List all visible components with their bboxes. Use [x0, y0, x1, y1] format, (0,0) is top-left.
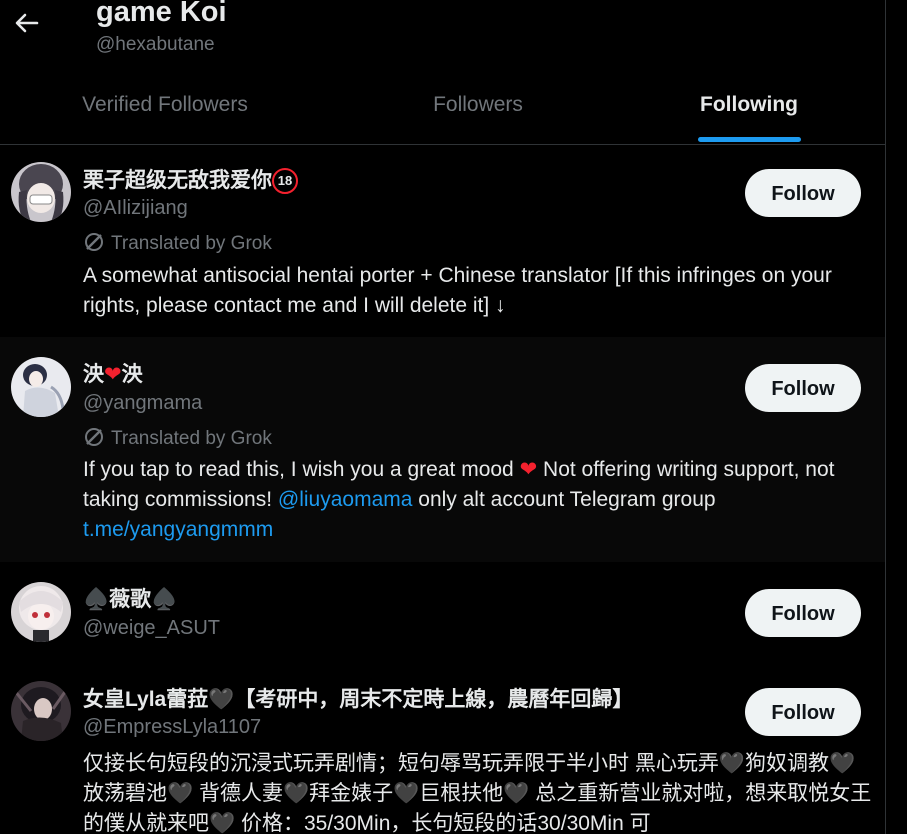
telegram-link[interactable]: t.me/yangyangmmm — [83, 518, 273, 541]
back-arrow-icon[interactable] — [12, 8, 42, 38]
tab-verified-followers[interactable]: Verified Followers — [0, 86, 330, 144]
grok-icon — [83, 231, 105, 259]
username[interactable]: @weige_ASUT — [83, 617, 220, 640]
display-name[interactable]: 女皇Lyla蕾菈🖤【考研中，周末不定時上線，農曆年回歸】 — [83, 683, 633, 713]
avatar[interactable] — [11, 582, 71, 642]
avatar[interactable] — [11, 162, 71, 222]
tab-followers[interactable]: Followers — [330, 86, 626, 144]
heart-icon: ❤ — [104, 363, 122, 386]
translated-by-grok[interactable]: Translated by Grok — [83, 231, 272, 259]
tab-following[interactable]: Following — [626, 86, 872, 144]
bio: 仅接长句短段的沉浸式玩弄剧情；短句辱骂玩弄限于半小时 黑心玩弄🖤狗奴调教🖤放荡碧… — [83, 752, 872, 834]
profile-handle: @hexabutane — [96, 34, 215, 55]
following-column: game Koi @hexabutane Verified Followers … — [0, 0, 886, 834]
list-item[interactable]: 栗子超级无敌我爱你 18 @AIlizijiang Translated by G… — [0, 145, 885, 337]
follow-button[interactable]: Follow — [745, 688, 861, 736]
page-title: game Koi — [96, 0, 227, 28]
bio: A somewhat antisocial hentai porter + Ch… — [83, 264, 832, 317]
avatar[interactable] — [11, 681, 71, 741]
list-item[interactable]: 女皇Lyla蕾菈🖤【考研中，周末不定時上線，農曆年回歸】 @EmpressLyl… — [0, 666, 885, 834]
right-gutter — [886, 0, 907, 834]
follow-button[interactable]: Follow — [745, 169, 861, 217]
active-tab-indicator — [698, 137, 801, 142]
display-name[interactable]: 栗子超级无敌我爱你 18 — [83, 164, 298, 194]
translated-by-grok[interactable]: Translated by Grok — [83, 426, 272, 454]
username[interactable]: @yangmama — [83, 392, 202, 415]
profile-header: game Koi @hexabutane — [0, 0, 885, 86]
heart-icon: ❤ — [519, 458, 538, 481]
avatar[interactable] — [11, 357, 71, 417]
grok-icon — [83, 426, 105, 454]
username[interactable]: @EmpressLyla1107 — [83, 716, 261, 739]
age-18-badge-icon: 18 — [272, 168, 298, 194]
list-item[interactable]: ♠️薇歌♠️ @weige_ASUT Follow — [0, 562, 885, 666]
list-item[interactable]: 泱❤泱 @yangmama Translated by Grok If you … — [0, 337, 885, 562]
follow-button[interactable]: Follow — [745, 589, 861, 637]
mention-link[interactable]: @liuyaomama — [278, 488, 413, 511]
bio: If you tap to read this, I wish you a gr… — [83, 458, 835, 541]
follow-button[interactable]: Follow — [745, 364, 861, 412]
display-name[interactable]: ♠️薇歌♠️ — [83, 583, 177, 613]
display-name[interactable]: 泱❤泱 — [83, 358, 143, 388]
username[interactable]: @AIlizijiang — [83, 197, 188, 220]
